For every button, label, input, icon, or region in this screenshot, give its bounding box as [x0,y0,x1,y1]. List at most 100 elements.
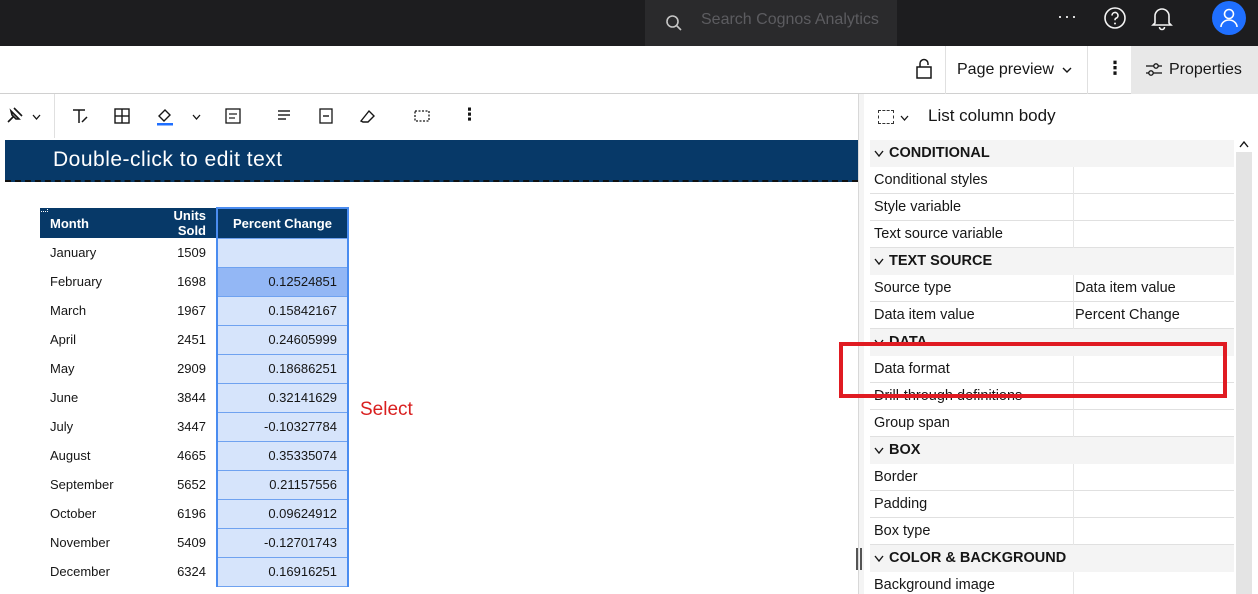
cell-month[interactable]: December [40,557,134,586]
cell-units-sold[interactable]: 4665 [134,441,217,470]
table-row[interactable]: May 2909 0.18686251 [40,353,349,384]
section-header[interactable]: CONDITIONAL [870,140,1234,167]
cell-percent-change[interactable]: 0.21157556 [216,469,349,500]
overflow-menu-icon[interactable]: ⋮ [1106,58,1124,79]
unlock-icon[interactable] [915,58,933,80]
section-header[interactable]: TEXT SOURCE [870,248,1234,275]
cell-units-sold[interactable]: 1509 [134,238,217,267]
cell-units-sold[interactable]: 2451 [134,325,217,354]
table-row[interactable]: March 1967 0.15842167 [40,295,349,326]
property-row[interactable]: Text source variable [870,221,1234,248]
cell-units-sold[interactable]: 5652 [134,470,217,499]
section-header[interactable]: COLOR & BACKGROUND [870,545,1234,572]
cell-percent-change[interactable] [216,237,349,268]
chevron-down-icon[interactable] [874,555,884,562]
cell-percent-change[interactable]: 0.18686251 [216,353,349,384]
table-row[interactable]: October 6196 0.09624912 [40,498,349,529]
cell-units-sold[interactable]: 2909 [134,354,217,383]
search-box[interactable]: Search Cognos Analytics [645,0,897,46]
table-row[interactable]: February 1698 0.12524851 [40,266,349,297]
notification-icon[interactable] [1150,5,1174,31]
table-border-icon[interactable] [112,106,132,126]
cell-percent-change[interactable]: 0.09624912 [216,498,349,529]
property-row[interactable]: Group span [870,410,1234,437]
table-row[interactable]: January 1509 [40,237,349,268]
cell-units-sold[interactable]: 3844 [134,383,217,412]
page-preview-button[interactable]: Page preview [957,61,1054,79]
property-value[interactable]: Data item value [1075,280,1176,296]
cell-month[interactable]: August [40,441,134,470]
property-row[interactable]: Border [870,464,1234,491]
splitter-grip-icon[interactable] [856,548,862,570]
cell-percent-change[interactable]: 0.15842167 [216,295,349,326]
chevron-down-icon[interactable] [874,258,884,265]
cell-month[interactable]: September [40,470,134,499]
chevron-down-icon[interactable] [1062,67,1072,74]
cell-percent-change[interactable]: 0.24605999 [216,324,349,355]
report-header-text[interactable]: Double-click to edit text [5,140,858,182]
text-style-icon[interactable] [70,106,90,126]
table-row[interactable]: September 5652 0.21157556 [40,469,349,500]
align-icon[interactable] [274,106,294,126]
properties-scrollbar[interactable] [1236,152,1252,594]
cell-month[interactable]: May [40,354,134,383]
cell-percent-change[interactable]: 0.32141629 [216,382,349,413]
cell-month[interactable]: January [40,238,134,267]
cell-month[interactable]: February [40,267,134,296]
table-row[interactable]: August 4665 0.35335074 [40,440,349,471]
chevron-up-icon[interactable] [1239,140,1249,148]
text-box-icon[interactable] [223,106,243,126]
property-row[interactable]: Padding [870,491,1234,518]
pin-icon[interactable] [4,106,24,126]
property-row[interactable]: Style variable [870,194,1234,221]
cell-units-sold[interactable]: 6196 [134,499,217,528]
cell-units-sold[interactable]: 1698 [134,267,217,296]
table-row[interactable]: November 5409 -0.12701743 [40,527,349,558]
cell-percent-change[interactable]: -0.12701743 [216,527,349,558]
user-avatar[interactable] [1212,1,1246,35]
property-row[interactable]: Conditional styles [870,167,1234,194]
property-row[interactable]: Background image [870,572,1234,594]
property-value[interactable]: Percent Change [1075,307,1180,323]
chevron-down-icon[interactable] [32,114,41,120]
cell-percent-change[interactable]: -0.10327784 [216,411,349,442]
cell-month[interactable]: April [40,325,134,354]
list-table[interactable]: Month Units Sold Percent Change January 1… [40,207,349,587]
table-row[interactable]: April 2451 0.24605999 [40,324,349,355]
cell-units-sold[interactable]: 6324 [134,557,217,586]
fill-color-icon[interactable] [155,106,175,126]
chevron-down-icon[interactable] [900,115,909,121]
column-header-units-sold[interactable]: Units Sold [134,208,217,238]
more-menu-icon[interactable]: ··· [1057,6,1078,27]
chevron-down-icon[interactable] [192,114,201,120]
help-icon[interactable] [1102,5,1128,31]
column-header-month[interactable]: Month [40,208,134,238]
cell-percent-change[interactable]: 0.16916251 [216,556,349,587]
cell-month[interactable]: June [40,383,134,412]
list-handle-icon[interactable] [39,205,48,212]
select-ancestor-icon[interactable] [412,106,432,126]
cell-units-sold[interactable]: 5409 [134,528,217,557]
cell-units-sold[interactable]: 1967 [134,296,217,325]
properties-button[interactable]: Properties [1131,46,1258,94]
section-header[interactable]: BOX [870,437,1234,464]
toolbar-overflow-icon[interactable]: ⋮ [461,105,478,125]
cell-month[interactable]: March [40,296,134,325]
cell-percent-change[interactable]: 0.35335074 [216,440,349,471]
property-row[interactable]: Source type Data item value [870,275,1234,302]
vertical-align-icon[interactable] [316,106,336,126]
column-header-percent-change[interactable]: Percent Change [216,207,349,238]
chevron-down-icon[interactable] [874,447,884,454]
cell-month[interactable]: October [40,499,134,528]
header-text[interactable]: Double-click to edit text [53,148,283,172]
property-row[interactable]: Box type [870,518,1234,545]
table-row[interactable]: July 3447 -0.10327784 [40,411,349,442]
cell-units-sold[interactable]: 3447 [134,412,217,441]
cell-percent-change[interactable]: 0.12524851 [216,266,349,297]
table-row[interactable]: December 6324 0.16916251 [40,556,349,587]
eraser-icon[interactable] [358,106,378,126]
chevron-down-icon[interactable] [874,150,884,157]
cell-month[interactable]: November [40,528,134,557]
property-row[interactable]: Data item value Percent Change [870,302,1234,329]
cell-month[interactable]: July [40,412,134,441]
